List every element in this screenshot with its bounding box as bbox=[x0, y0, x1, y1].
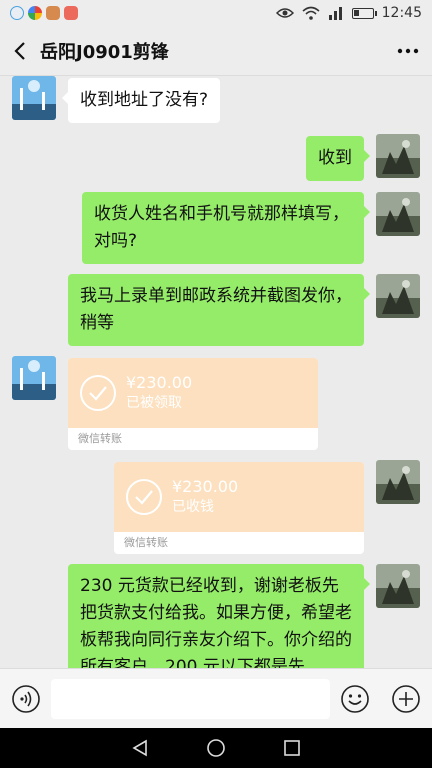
notification-icons bbox=[10, 6, 78, 20]
system-nav-bar bbox=[0, 728, 432, 768]
transfer-label: 微信转账 bbox=[78, 432, 122, 445]
transfer-status: 已收钱 bbox=[172, 499, 214, 515]
transfer-card[interactable]: ¥230.00 已收钱 微信转账 bbox=[114, 462, 364, 554]
message-bubble[interactable]: 我马上录单到邮政系统并截图发你，稍等 bbox=[68, 274, 370, 346]
status-bar: 12:45 bbox=[0, 0, 432, 26]
message-bubble[interactable]: 230 元货款已经收到，谢谢老板先把货款支付给我。如果方便，希望老板帮我向同行亲… bbox=[68, 564, 370, 668]
nav-home-icon[interactable] bbox=[206, 738, 226, 758]
more-dots-icon bbox=[397, 48, 419, 53]
signal-icon bbox=[328, 7, 342, 20]
app-icon-1 bbox=[10, 6, 24, 20]
chat-header: 岳阳J0901剪锋 bbox=[0, 26, 432, 76]
my-avatar[interactable] bbox=[376, 274, 420, 318]
battery-icon bbox=[351, 7, 377, 19]
status-time: 12:45 bbox=[381, 5, 422, 21]
message-bubble[interactable]: 收货人姓名和手机号就那样填写，对吗? bbox=[82, 192, 370, 264]
message-bubble[interactable]: 收到地址了没有? bbox=[61, 78, 221, 123]
app-icon-3 bbox=[46, 6, 60, 20]
check-icon bbox=[80, 375, 116, 411]
message-list[interactable]: 收到地址了没有? 收到 收货人姓名和手机号就那样填写，对吗? 我马上录单到邮政系… bbox=[0, 76, 432, 668]
more-button[interactable] bbox=[384, 26, 432, 76]
my-avatar[interactable] bbox=[376, 134, 420, 178]
app-icon-4 bbox=[64, 6, 78, 20]
nav-recents-icon[interactable] bbox=[282, 738, 302, 758]
my-avatar[interactable] bbox=[376, 564, 420, 608]
check-icon bbox=[126, 479, 162, 515]
contact-avatar[interactable] bbox=[12, 76, 56, 120]
transfer-label: 微信转账 bbox=[124, 536, 168, 549]
input-bar bbox=[0, 668, 432, 728]
chat-title: 岳阳J0901剪锋 bbox=[40, 41, 169, 63]
voice-button[interactable] bbox=[0, 669, 51, 729]
emoji-button[interactable] bbox=[330, 669, 381, 729]
wifi-icon bbox=[302, 6, 320, 20]
message-bubble[interactable]: 收到 bbox=[306, 136, 370, 181]
back-button[interactable] bbox=[0, 26, 40, 76]
transfer-status: 已被领取 bbox=[126, 395, 182, 411]
voice-icon bbox=[11, 684, 40, 713]
transfer-card[interactable]: ¥230.00 已被领取 微信转账 bbox=[68, 358, 318, 450]
my-avatar[interactable] bbox=[376, 192, 420, 236]
my-avatar[interactable] bbox=[376, 460, 420, 504]
message-input[interactable] bbox=[51, 678, 330, 719]
transfer-amount: ¥230.00 bbox=[126, 373, 193, 392]
emoji-icon bbox=[341, 684, 370, 713]
contact-avatar[interactable] bbox=[12, 356, 56, 400]
nav-back-icon[interactable] bbox=[130, 738, 150, 758]
app-icon-2 bbox=[28, 6, 42, 20]
eye-icon bbox=[275, 8, 294, 18]
plus-button[interactable] bbox=[381, 669, 432, 729]
plus-icon bbox=[392, 684, 421, 713]
transfer-amount: ¥230.00 bbox=[172, 477, 239, 496]
back-arrow-icon bbox=[14, 41, 25, 60]
